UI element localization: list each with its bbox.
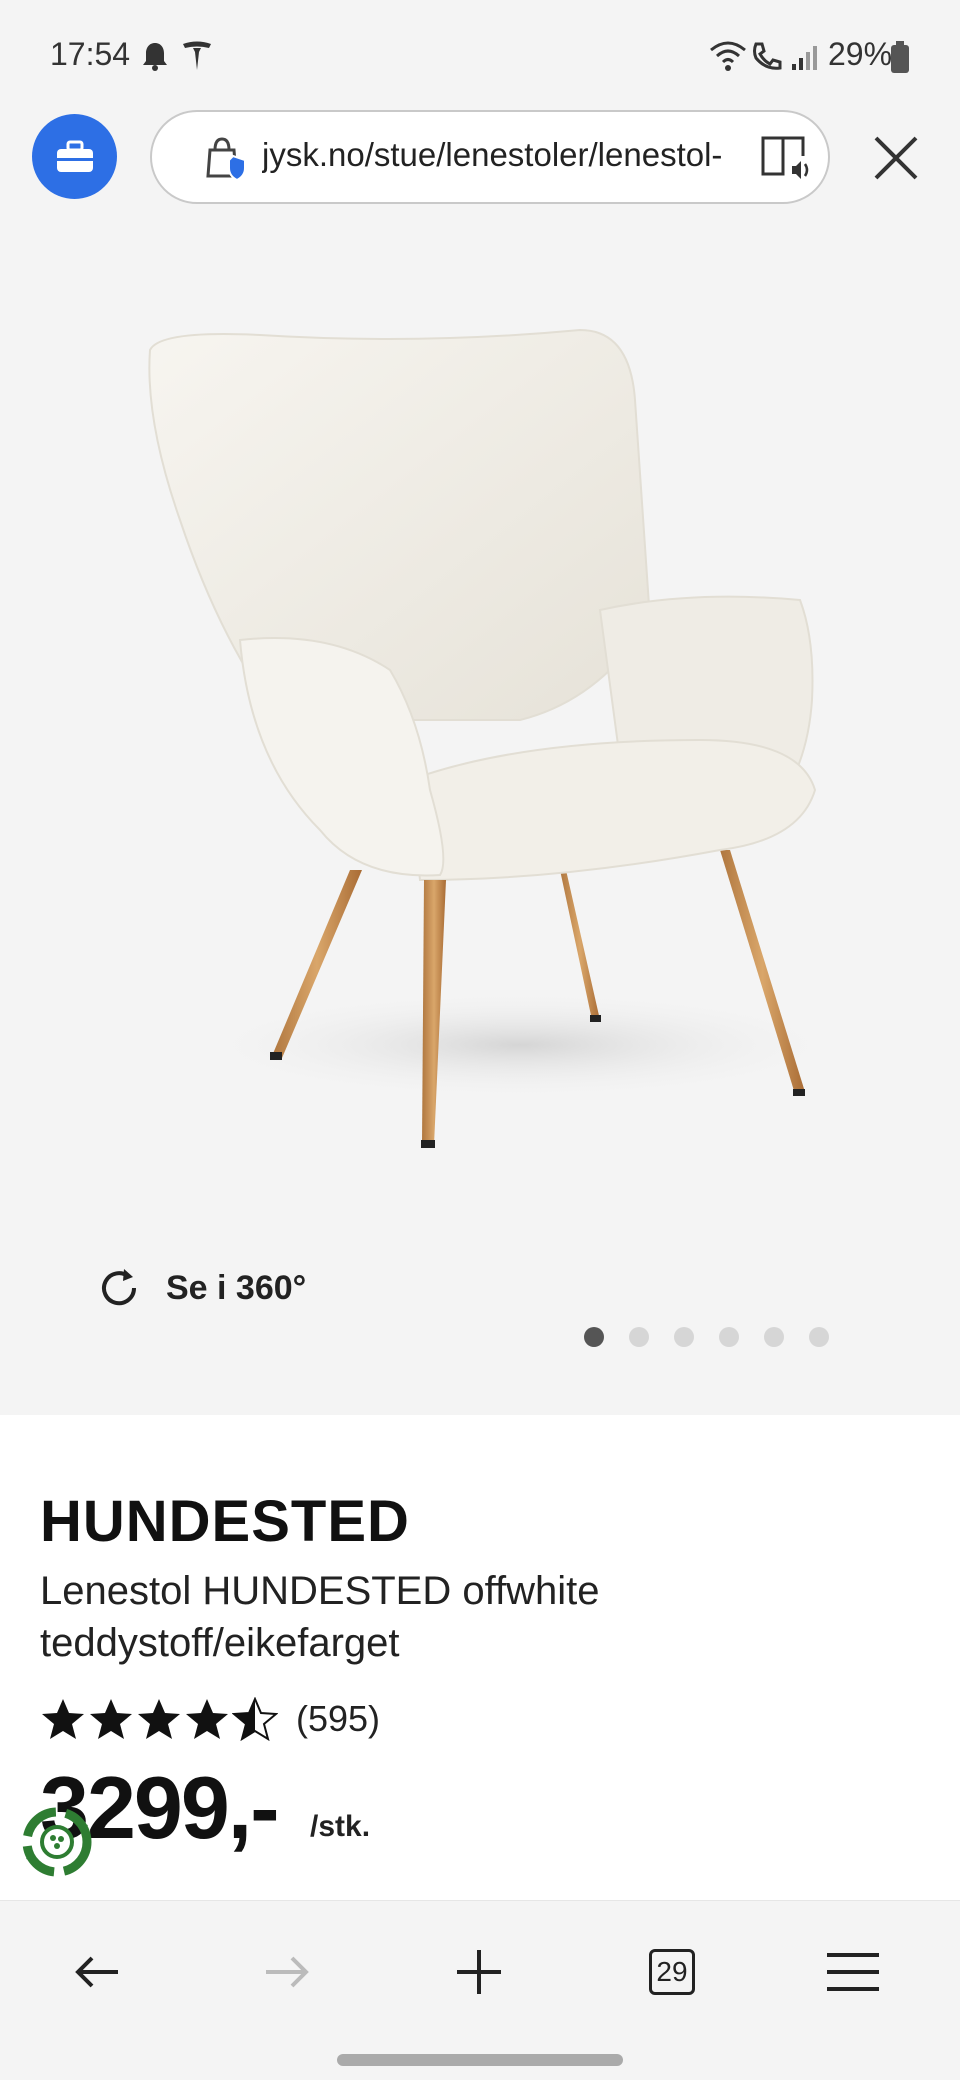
star-full-icon (42, 1699, 84, 1739)
product-description[interactable]: Lenestol HUNDESTED offwhite teddystoff/e… (40, 1565, 760, 1669)
bell-icon (143, 43, 167, 71)
product-rating[interactable]: (595) (40, 1697, 380, 1741)
gallery-dot[interactable] (809, 1327, 829, 1347)
gallery-dot[interactable] (584, 1327, 604, 1347)
view-360-label: Se i 360° (166, 1268, 307, 1307)
home-indicator[interactable] (337, 2054, 623, 2066)
product-image-gallery[interactable] (0, 220, 960, 1415)
product-brand: HUNDESTED (40, 1489, 410, 1554)
price-unit: /stk. (310, 1810, 371, 1843)
star-full-icon (138, 1699, 180, 1739)
battery-icon (891, 41, 909, 73)
eco-recycle-badge-icon[interactable] (18, 1803, 96, 1881)
status-time: 17:54 (50, 36, 131, 72)
gallery-dot[interactable] (674, 1327, 694, 1347)
wifi-icon (710, 41, 746, 71)
close-icon[interactable] (866, 128, 926, 188)
star-full-icon (186, 1699, 228, 1739)
call-icon (753, 42, 782, 70)
signal-icon (792, 46, 817, 70)
back-button[interactable] (62, 1937, 132, 2007)
forward-icon (266, 1956, 309, 1988)
star-half-icon (232, 1697, 278, 1741)
menu-button[interactable] (818, 1937, 888, 2007)
rating-count: (595) (296, 1698, 381, 1739)
new-tab-button[interactable] (444, 1937, 514, 2007)
armchair-image (148, 328, 850, 1148)
battery-percent: 29% (828, 36, 893, 72)
tools-button[interactable] (32, 114, 117, 199)
rotate-icon (102, 1269, 137, 1306)
view-360-button[interactable]: Se i 360° (96, 1265, 306, 1311)
gallery-dot[interactable] (719, 1327, 739, 1347)
reader-mode-icon[interactable] (760, 132, 814, 182)
tesla-icon (183, 41, 211, 70)
new-tab-icon (457, 1950, 501, 1994)
forward-button[interactable] (252, 1937, 322, 2007)
gallery-dot[interactable] (764, 1327, 784, 1347)
gallery-pagination[interactable] (584, 1327, 829, 1347)
back-icon (75, 1956, 118, 1988)
star-full-icon (90, 1699, 132, 1739)
menu-icon (827, 1953, 879, 1991)
rating-stars (40, 1697, 278, 1741)
url-text: jysk.no/stue/lenestoler/lenestol- (262, 136, 722, 173)
briefcase-icon (56, 140, 93, 172)
gallery-dot[interactable] (629, 1327, 649, 1347)
tabs-button[interactable]: 29 (637, 1937, 707, 2007)
address-bar[interactable]: jysk.no/stue/lenestoler/lenestol- (150, 110, 830, 204)
secure-shopping-icon (206, 137, 246, 182)
tabs-count: 29 (656, 1956, 688, 1987)
tabs-icon: 29 (649, 1949, 695, 1995)
